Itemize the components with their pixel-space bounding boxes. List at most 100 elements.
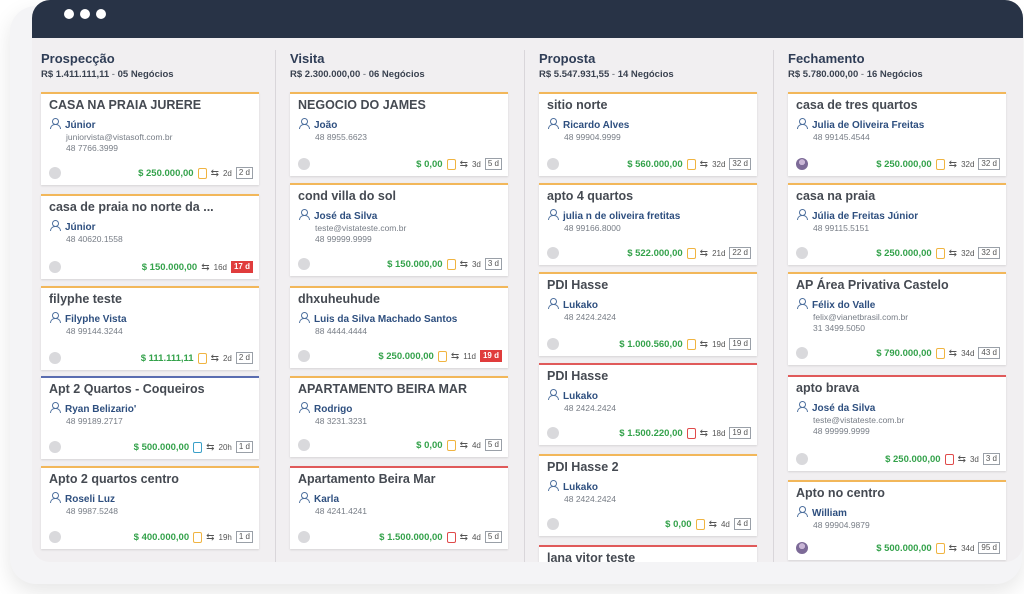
avatar[interactable] xyxy=(796,453,808,465)
contact-name[interactable]: Júlia de Freitas Júnior xyxy=(796,209,918,222)
clipboard-icon[interactable] xyxy=(935,158,945,170)
avatar[interactable] xyxy=(547,427,559,439)
deal-card[interactable]: Apto no centro William 48 99904.9879 $ 500.… xyxy=(788,480,1006,560)
contact-name[interactable]: William xyxy=(796,506,847,519)
deal-card[interactable]: NEGOCIO DO JAMES João 48 8955.6623 $ 0,00 ⇆ 3… xyxy=(290,92,508,176)
deal-card[interactable]: apto 4 quartos julia n de oliveira fretit… xyxy=(539,183,757,265)
avatar[interactable] xyxy=(49,531,61,543)
avatar[interactable] xyxy=(547,247,559,259)
deal-title[interactable]: Apto no centro xyxy=(796,486,885,500)
deal-card[interactable]: apto brava José da Silva teste@vistateste.… xyxy=(788,375,1006,471)
clipboard-icon[interactable] xyxy=(437,350,447,362)
avatar[interactable] xyxy=(547,158,559,170)
contact-name[interactable]: Lukako xyxy=(547,480,598,493)
avatar[interactable] xyxy=(547,338,559,350)
deal-title[interactable]: casa de tres quartos xyxy=(796,98,918,112)
clipboard-icon[interactable] xyxy=(686,247,696,259)
avatar[interactable] xyxy=(547,518,559,530)
clipboard-icon[interactable] xyxy=(935,247,945,259)
deal-card[interactable]: PDI Hasse 2 Lukako 48 2424.2424 $ 0,00 ⇆ 4d 4 … xyxy=(539,454,757,536)
deal-card[interactable]: casa de praia no norte da ... Júnior 48 40… xyxy=(41,194,259,279)
deal-title[interactable]: Apt 2 Quartos - Coqueiros xyxy=(49,382,205,396)
avatar[interactable] xyxy=(49,167,61,179)
clipboard-icon[interactable] xyxy=(686,338,696,350)
clipboard-icon[interactable] xyxy=(935,347,945,359)
deal-title[interactable]: APARTAMENTO BEIRA MAR xyxy=(298,382,467,396)
deal-title[interactable]: casa na praia xyxy=(796,189,875,203)
clipboard-icon[interactable] xyxy=(446,439,456,451)
deal-card[interactable]: cond villa do sol José da Silva teste@vist… xyxy=(290,183,508,276)
clipboard-icon[interactable] xyxy=(446,531,456,543)
deal-card[interactable]: PDI Hasse Lukako 48 2424.2424 $ 1.000.560,0… xyxy=(539,272,757,356)
deal-card[interactable]: dhxuheuhude Luis da Silva Machado Santos 8… xyxy=(290,286,508,368)
deal-card[interactable]: APARTAMENTO BEIRA MAR Rodrigo 48 3231.3231… xyxy=(290,376,508,457)
deal-title[interactable]: casa de praia no norte da ... xyxy=(49,200,214,214)
contact-name[interactable]: Júnior xyxy=(49,118,96,131)
deal-card[interactable]: Apartamento Beira Mar Karla 48 4241.4241 $ … xyxy=(290,466,508,549)
deal-title[interactable]: PDI Hasse xyxy=(547,278,608,292)
clipboard-icon[interactable] xyxy=(446,258,456,270)
deal-card[interactable]: lana vitor teste xyxy=(539,545,757,562)
contact-name[interactable]: Júnior xyxy=(49,220,96,233)
deal-title[interactable]: cond villa do sol xyxy=(298,189,396,203)
clipboard-icon[interactable] xyxy=(197,167,207,179)
deal-card[interactable]: casa de tres quartos Julia de Oliveira Fr… xyxy=(788,92,1006,176)
deal-card[interactable]: Apto 2 quartos centro Roseli Luz 48 9987.5… xyxy=(41,466,259,549)
avatar[interactable] xyxy=(298,439,310,451)
avatar[interactable] xyxy=(298,258,310,270)
contact-name[interactable]: José da Silva xyxy=(796,401,875,414)
clipboard-icon[interactable] xyxy=(935,542,945,554)
contact-name[interactable]: João xyxy=(298,118,337,131)
clipboard-icon[interactable] xyxy=(944,453,954,465)
contact-name[interactable]: Julia de Oliveira Freitas xyxy=(796,118,924,131)
deal-card[interactable]: filyphe teste Filyphe Vista 48 99144.3244 $… xyxy=(41,286,259,370)
deal-title[interactable]: filyphe teste xyxy=(49,292,122,306)
clipboard-icon[interactable] xyxy=(686,158,696,170)
clipboard-icon[interactable] xyxy=(197,352,207,364)
deal-card[interactable]: PDI Hasse Lukako 48 2424.2424 $ 1.500.220,0… xyxy=(539,363,757,445)
deal-title[interactable]: CASA NA PRAIA JURERE xyxy=(49,98,201,112)
contact-name[interactable]: julia n de oliveira fretitas xyxy=(547,209,680,222)
contact-name[interactable]: Ricardo Alves xyxy=(547,118,629,131)
deal-title[interactable]: lana vitor teste xyxy=(547,551,635,562)
contact-name[interactable]: Karla xyxy=(298,492,339,505)
avatar[interactable] xyxy=(298,350,310,362)
clipboard-icon[interactable] xyxy=(446,158,456,170)
deal-card[interactable]: sitio norte Ricardo Alves 48 99904.9999 $ 5… xyxy=(539,92,757,176)
deal-title[interactable]: Apartamento Beira Mar xyxy=(298,472,436,486)
deal-title[interactable]: NEGOCIO DO JAMES xyxy=(298,98,426,112)
avatar[interactable] xyxy=(298,531,310,543)
avatar[interactable] xyxy=(796,347,808,359)
deal-title[interactable]: Apto 2 quartos centro xyxy=(49,472,179,486)
avatar[interactable] xyxy=(796,542,808,554)
deal-title[interactable]: PDI Hasse xyxy=(547,369,608,383)
clipboard-icon[interactable] xyxy=(193,531,203,543)
contact-name[interactable]: Lukako xyxy=(547,389,598,402)
deal-title[interactable]: apto 4 quartos xyxy=(547,189,633,203)
deal-card[interactable]: casa na praia Júlia de Freitas Júnior 48 9… xyxy=(788,183,1006,265)
contact-name[interactable]: Luis da Silva Machado Santos xyxy=(298,312,457,325)
deal-card[interactable]: AP Área Privativa Castelo Félix do Valle f… xyxy=(788,272,1006,365)
contact-name[interactable]: José da Silva xyxy=(298,209,377,222)
contact-name[interactable]: Filyphe Vista xyxy=(49,312,127,325)
avatar[interactable] xyxy=(49,352,61,364)
contact-name[interactable]: Félix do Valle xyxy=(796,298,875,311)
clipboard-icon[interactable] xyxy=(193,441,203,453)
clipboard-icon[interactable] xyxy=(695,518,705,530)
avatar[interactable] xyxy=(796,247,808,259)
contact-name[interactable]: Lukako xyxy=(547,298,598,311)
deal-title[interactable]: AP Área Privativa Castelo xyxy=(796,278,949,292)
deal-title[interactable]: apto brava xyxy=(796,381,859,395)
contact-name[interactable]: Rodrigo xyxy=(298,402,352,415)
avatar[interactable] xyxy=(49,261,61,273)
avatar[interactable] xyxy=(298,158,310,170)
avatar[interactable] xyxy=(796,158,808,170)
deal-card[interactable]: CASA NA PRAIA JURERE Júnior juniorvista@vi… xyxy=(41,92,259,185)
deal-title[interactable]: PDI Hasse 2 xyxy=(547,460,619,474)
clipboard-icon[interactable] xyxy=(686,427,696,439)
deal-title[interactable]: dhxuheuhude xyxy=(298,292,380,306)
contact-name[interactable]: Roseli Luz xyxy=(49,492,115,505)
deal-title[interactable]: sitio norte xyxy=(547,98,607,112)
avatar[interactable] xyxy=(49,441,61,453)
contact-name[interactable]: Ryan Belizario' xyxy=(49,402,136,415)
